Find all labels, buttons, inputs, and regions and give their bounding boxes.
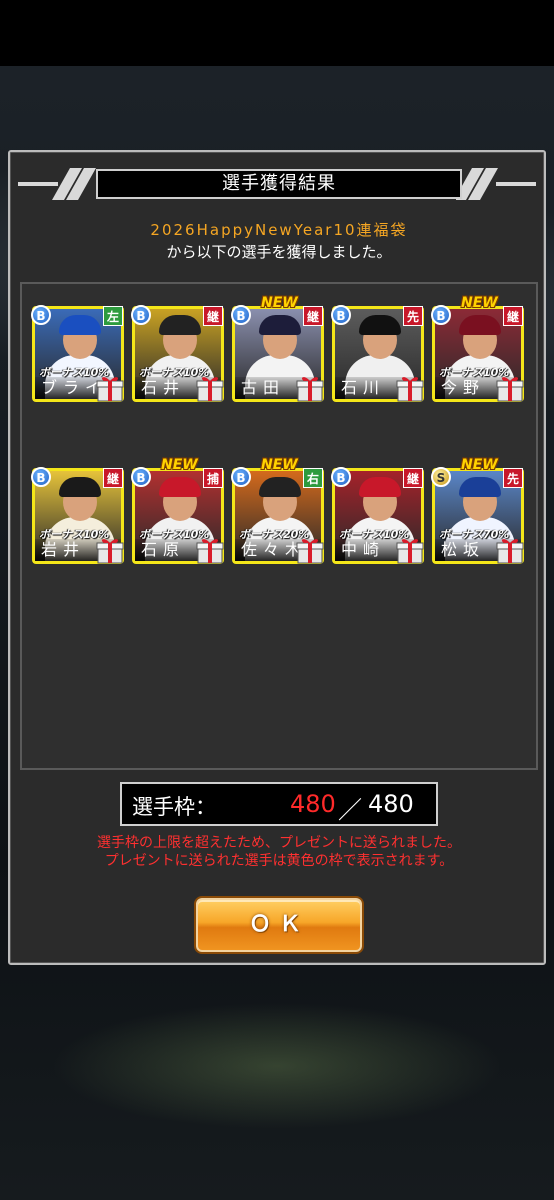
rank-badge: B — [431, 305, 451, 325]
position-badge: 継 — [203, 306, 223, 326]
player-card-grid: B 左 ボーナス10% ブライ B 継 ボーナス10% 石井 B 継 NEW 古… — [20, 282, 538, 770]
player-cap — [459, 477, 501, 497]
player-cap — [459, 315, 501, 335]
gift-icon — [296, 539, 324, 564]
player-card[interactable]: B 継 ボーナス10% 岩井 — [31, 467, 124, 564]
gift-icon — [296, 377, 324, 402]
rank-badge: B — [131, 467, 151, 487]
roster-current: 480 — [290, 790, 336, 818]
gift-icon — [496, 539, 524, 564]
player-card[interactable]: B 右 NEW ボーナス20% 佐々木 — [231, 457, 324, 564]
player-card[interactable]: B 継 NEW 古田 — [231, 295, 324, 402]
position-badge: 先 — [403, 306, 423, 326]
result-message: から以下の選手を獲得しました。 — [166, 243, 392, 261]
player-cap — [59, 315, 101, 335]
player-cap — [259, 477, 301, 497]
gacha-name: 2026HappyNewYear10連福袋 — [150, 221, 408, 239]
player-cap — [359, 477, 401, 497]
rank-badge: B — [231, 305, 251, 325]
roster-separator: ／ — [338, 796, 362, 824]
new-label: NEW — [461, 457, 498, 473]
player-card[interactable]: B 左 ボーナス10% ブライ — [31, 305, 124, 402]
rank-badge: B — [131, 305, 151, 325]
rank-badge: B — [331, 305, 351, 325]
position-badge: 右 — [303, 468, 323, 488]
position-badge: 継 — [303, 306, 323, 326]
title-decoration-left — [18, 168, 96, 200]
position-badge: 左 — [103, 306, 123, 326]
gift-icon — [96, 377, 124, 402]
gift-icon — [396, 377, 424, 402]
roster-label: 選手枠： — [132, 795, 216, 819]
player-cap — [159, 315, 201, 335]
new-label: NEW — [261, 295, 298, 311]
player-card[interactable]: B 継 ボーナス10% 中崎 — [331, 467, 424, 564]
position-badge: 捕 — [203, 468, 223, 488]
gift-icon — [96, 539, 124, 564]
ok-button[interactable]: ＯＫ — [196, 898, 362, 952]
gift-icon — [196, 377, 224, 402]
player-cap — [159, 477, 201, 497]
player-cap — [259, 315, 301, 335]
new-label: NEW — [261, 457, 298, 473]
gift-icon — [396, 539, 424, 564]
status-bar — [0, 0, 554, 66]
rank-badge: B — [231, 467, 251, 487]
new-label: NEW — [461, 295, 498, 311]
gift-icon — [496, 377, 524, 402]
roster-counter: 選手枠： 480 ／ 480 — [120, 782, 438, 826]
acquisition-result-dialog: 選手獲得結果 2026HappyNewYear10連福袋 から以下の選手を獲得し… — [8, 150, 546, 965]
rank-badge: S — [431, 467, 451, 487]
rank-badge: B — [331, 467, 351, 487]
position-badge: 継 — [403, 468, 423, 488]
warning-line-1: 選手枠の上限を超えたため、プレゼントに送られました。 — [97, 835, 461, 851]
player-cap — [59, 477, 101, 497]
player-card[interactable]: S 先 NEW ボーナス70% 松坂 — [431, 457, 524, 564]
position-badge: 継 — [103, 468, 123, 488]
new-label: NEW — [161, 457, 198, 473]
warning-line-2: プレゼントに送られた選手は黄色の枠で表示されます。 — [104, 853, 454, 869]
dialog-title: 選手獲得結果 — [96, 169, 462, 199]
gift-icon — [196, 539, 224, 564]
player-card[interactable]: B 継 ボーナス10% 石井 — [131, 305, 224, 402]
player-card[interactable]: B 先 石川 — [331, 305, 424, 402]
roster-max: 480 — [368, 790, 414, 818]
player-card[interactable]: B 捕 NEW ボーナス10% 石原 — [131, 457, 224, 564]
position-badge: 継 — [503, 306, 523, 326]
title-decoration-right — [456, 168, 536, 200]
rank-badge: B — [31, 305, 51, 325]
position-badge: 先 — [503, 468, 523, 488]
rank-badge: B — [31, 467, 51, 487]
player-card[interactable]: B 継 NEW ボーナス10% 今野 — [431, 295, 524, 402]
player-cap — [359, 315, 401, 335]
